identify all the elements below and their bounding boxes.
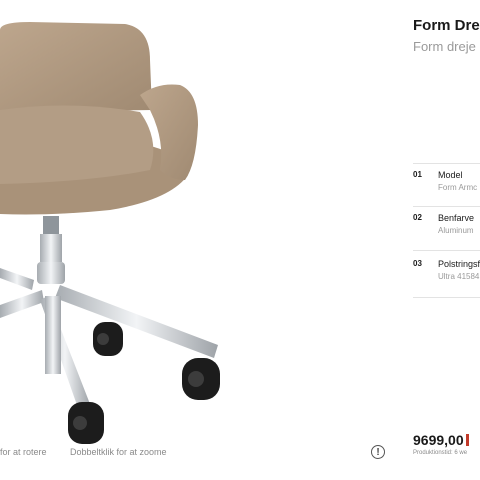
divider bbox=[413, 206, 480, 207]
spec-label: Benfarve bbox=[438, 213, 475, 223]
product-subtitle: Form dreje bbox=[413, 39, 476, 54]
divider bbox=[413, 297, 480, 298]
info-icon[interactable]: ! bbox=[371, 445, 385, 459]
product-title: Form Dre bbox=[413, 17, 480, 34]
spec-label: Polstringsf bbox=[438, 259, 480, 269]
spec-label: Model bbox=[438, 170, 463, 180]
spec-number: 02 bbox=[413, 213, 422, 222]
product-3d-viewer[interactable]: for at rotere Dobbeltklik for at zoome ! bbox=[0, 0, 400, 480]
spec-value: Form Armc bbox=[438, 183, 478, 192]
spec-row-upholstery[interactable]: 03 Polstringsf Ultra 41584 bbox=[413, 259, 480, 295]
spec-row-leg-color[interactable]: 02 Benfarve Aluminum bbox=[413, 213, 480, 249]
divider bbox=[413, 163, 480, 164]
currency-accent bbox=[465, 434, 469, 446]
zoom-hint: Dobbeltklik for at zoome bbox=[70, 447, 167, 457]
rotate-hint: for at rotere bbox=[0, 447, 47, 457]
spec-number: 03 bbox=[413, 259, 422, 268]
delivery-time: Produktionstid: 6 we bbox=[413, 450, 468, 456]
price-amount: 9699,00 bbox=[413, 432, 464, 448]
product-details-panel: Form Dre Form dreje 01 Model Form Armc 0… bbox=[413, 0, 480, 480]
price: 9699,00 bbox=[413, 432, 469, 448]
office-chair-image bbox=[0, 22, 220, 444]
spec-value: Ultra 41584 bbox=[438, 272, 480, 281]
spec-number: 01 bbox=[413, 170, 422, 179]
spec-row-model[interactable]: 01 Model Form Armc bbox=[413, 170, 480, 206]
spec-value: Aluminum bbox=[438, 226, 474, 235]
divider bbox=[413, 250, 480, 251]
